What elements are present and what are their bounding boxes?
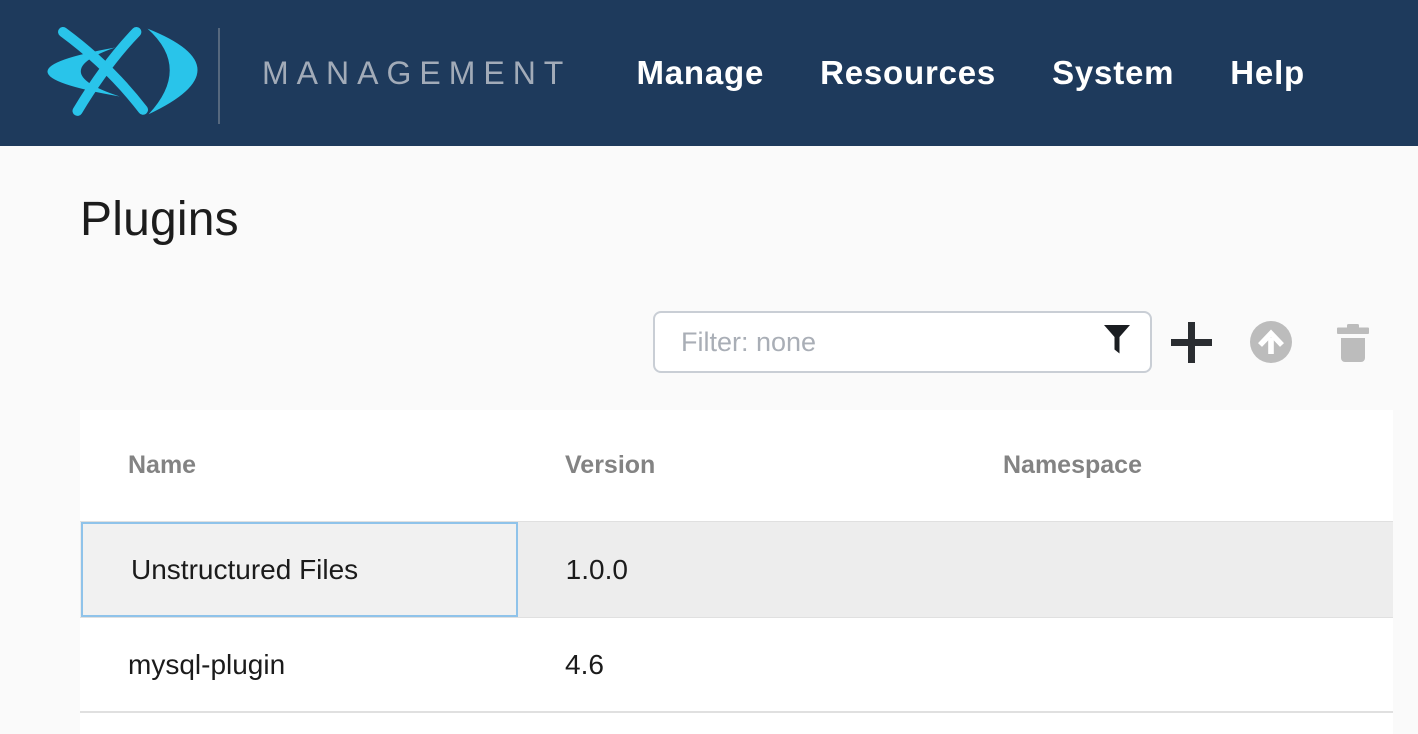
cell-version[interactable]: 1.0.0 xyxy=(518,522,956,617)
table-header-row: Name Version Namespace xyxy=(80,410,1393,521)
nav-item-manage[interactable]: Manage xyxy=(636,54,764,92)
upload-plugin-button[interactable] xyxy=(1250,321,1292,363)
cell-version[interactable]: 4.6 xyxy=(517,618,955,711)
main-nav: Manage Resources System Help xyxy=(636,0,1305,146)
add-plugin-button[interactable] xyxy=(1171,322,1212,363)
table-row-mysql-plugin[interactable]: mysql-plugin 4.6 xyxy=(80,618,1393,713)
delete-plugin-button[interactable] xyxy=(1336,324,1370,362)
nav-item-help[interactable]: Help xyxy=(1230,54,1305,92)
column-header-namespace[interactable]: Namespace xyxy=(955,451,1393,480)
filter-field xyxy=(653,311,1152,373)
nav-item-system[interactable]: System xyxy=(1052,54,1174,92)
funnel-icon[interactable] xyxy=(1104,325,1130,359)
brand-divider xyxy=(218,28,220,124)
trash-icon xyxy=(1336,350,1370,365)
plus-icon xyxy=(1171,351,1212,366)
filter-input[interactable] xyxy=(653,311,1152,373)
cell-name[interactable]: Unstructured Files xyxy=(81,522,518,617)
cell-namespace[interactable] xyxy=(955,618,1393,711)
brand-label: MANAGEMENT xyxy=(262,0,571,146)
app-header: MANAGEMENT Manage Resources System Help xyxy=(0,0,1418,146)
table-row-unstructured-files[interactable]: Unstructured Files 1.0.0 xyxy=(80,521,1393,618)
cell-name[interactable]: mysql-plugin xyxy=(80,618,517,711)
delphix-logo-icon xyxy=(30,22,205,122)
column-header-version[interactable]: Version xyxy=(517,451,955,480)
cell-namespace[interactable] xyxy=(955,522,1393,617)
page-title: Plugins xyxy=(80,192,239,247)
plugins-table: Name Version Namespace Unstructured File… xyxy=(80,410,1393,734)
upload-arrow-icon xyxy=(1250,351,1292,366)
column-header-name[interactable]: Name xyxy=(80,451,517,480)
nav-item-resources[interactable]: Resources xyxy=(820,54,996,92)
